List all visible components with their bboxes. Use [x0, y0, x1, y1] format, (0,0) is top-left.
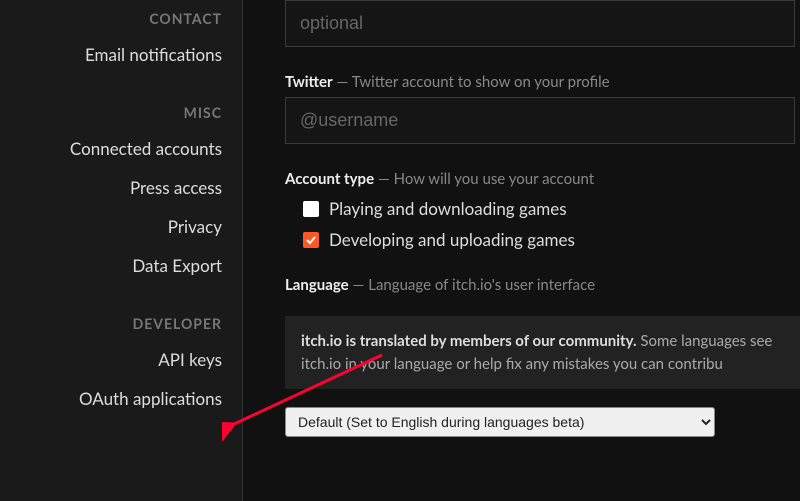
twitter-label: Twitter [285, 73, 333, 91]
checkbox-row-playing[interactable]: Playing and downloading games [303, 198, 800, 219]
sidebar-item-oauth-applications[interactable]: OAuth applications [0, 379, 242, 418]
account-type-label-row: Account type — How will you use your acc… [285, 170, 800, 188]
account-type-hint: — How will you use your account [374, 170, 594, 188]
twitter-hint: — Twitter account to show on your profil… [333, 73, 610, 91]
checkbox-row-developing[interactable]: Developing and uploading games [303, 229, 800, 250]
website-input[interactable] [285, 0, 795, 47]
language-note: itch.io is translated by members of our … [285, 316, 800, 389]
language-note-bold: itch.io is translated by members of our … [301, 332, 637, 350]
sidebar-item-privacy[interactable]: Privacy [0, 207, 242, 246]
language-label: Language [285, 276, 349, 294]
sidebar-item-connected-accounts[interactable]: Connected accounts [0, 129, 242, 168]
sidebar-item-press-access[interactable]: Press access [0, 168, 242, 207]
language-hint: — Language of itch.io's user interface [349, 276, 595, 294]
checkbox-label-playing: Playing and downloading games [329, 198, 567, 219]
sidebar-header-contact: CONTACT [0, 0, 242, 35]
sidebar-item-api-keys[interactable]: API keys [0, 340, 242, 379]
sidebar-item-data-export[interactable]: Data Export [0, 246, 242, 285]
sidebar-item-email-notifications[interactable]: Email notifications [0, 35, 242, 74]
checkbox-developing[interactable] [303, 232, 319, 248]
checkbox-playing[interactable] [303, 201, 319, 217]
settings-main: Twitter — Twitter account to show on you… [243, 0, 800, 501]
language-select[interactable]: Default (Set to English during languages… [285, 407, 715, 437]
language-label-row: Language — Language of itch.io's user in… [285, 276, 800, 294]
twitter-label-row: Twitter — Twitter account to show on you… [285, 73, 800, 91]
sidebar-header-developer: DEVELOPER [0, 305, 242, 340]
checkbox-label-developing: Developing and uploading games [329, 229, 575, 250]
account-type-label: Account type [285, 170, 374, 188]
twitter-input[interactable] [285, 97, 795, 144]
sidebar-header-misc: MISC [0, 94, 242, 129]
settings-sidebar: CONTACT Email notifications MISC Connect… [0, 0, 243, 501]
